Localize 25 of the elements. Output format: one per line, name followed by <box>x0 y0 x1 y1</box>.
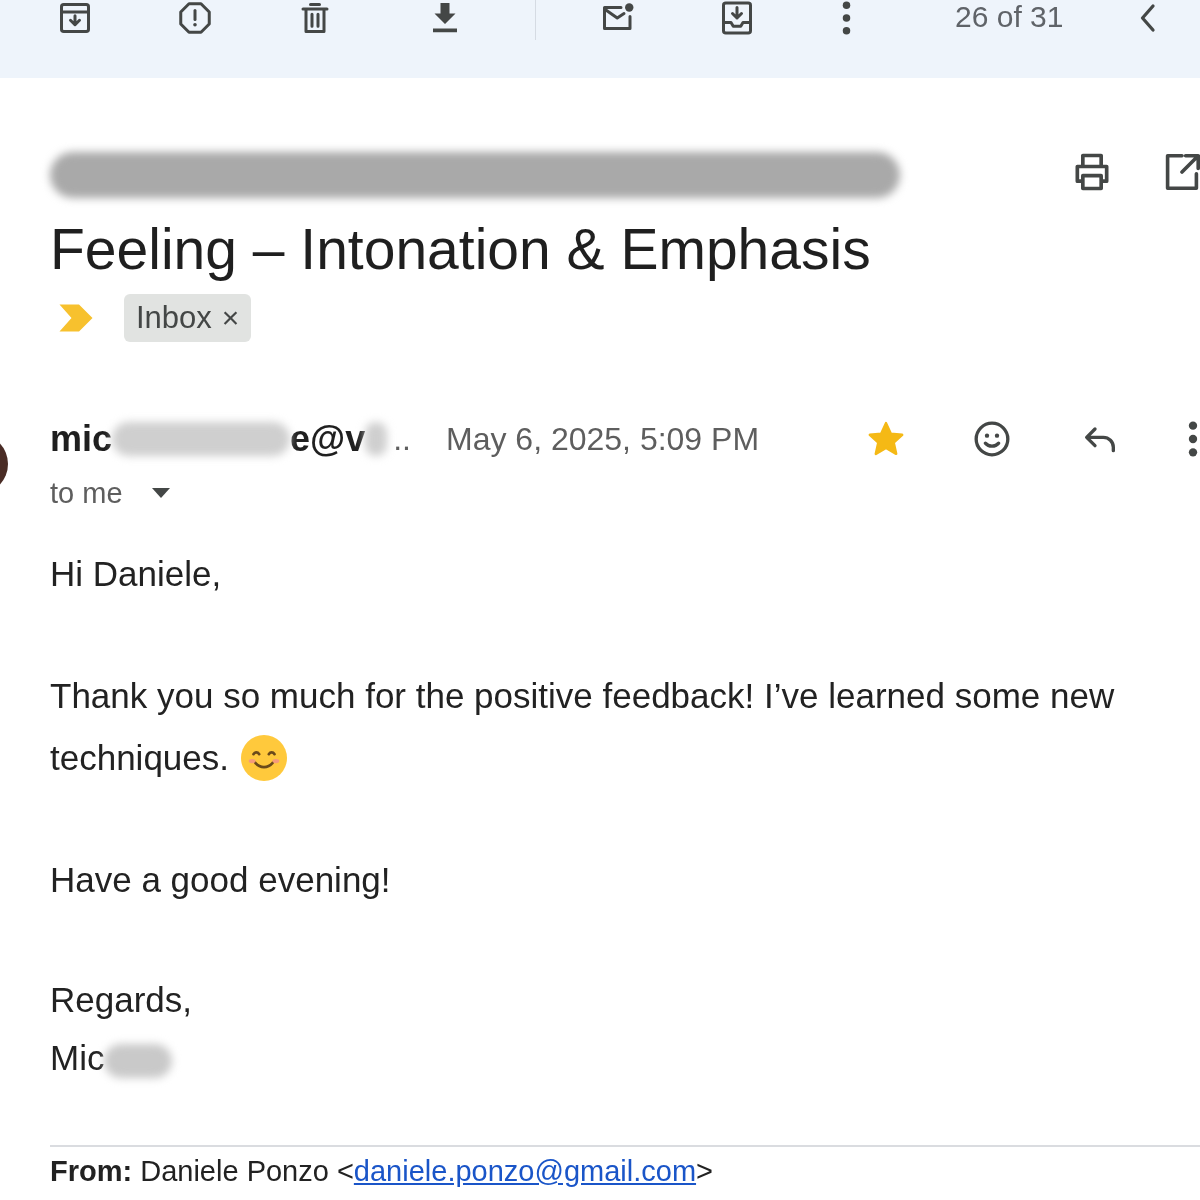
subject-title: Feeling – Intonation & Emphasis <box>50 216 872 283</box>
sender-address: e@v <box>290 418 366 460</box>
trash-icon <box>300 0 330 36</box>
body-text: Thank you so much for the positive feedback! I’ve learned some new <box>50 675 1116 717</box>
more-icon <box>1186 419 1200 459</box>
alert-octagon-icon <box>177 0 213 36</box>
more-icon <box>841 0 851 36</box>
message-date: May 6, 2025, 5:09 PM <box>446 420 760 458</box>
sender-name: mic <box>50 418 113 460</box>
body-text: techniques. <box>50 737 230 779</box>
archive-icon <box>57 0 93 36</box>
message-counter: 26 of 31 <box>955 0 1064 34</box>
closing-text: Regards, <box>50 979 194 1021</box>
body-text: Have a good evening! <box>50 859 392 901</box>
remove-label-button[interactable]: × <box>221 303 240 333</box>
quoted-from-text: From: Daniele Ponzo <daniele.ponzo@gmail.com> <box>49 1154 714 1189</box>
signature-text: Mic <box>50 1038 105 1077</box>
smiling-face-icon <box>241 735 288 781</box>
recipients-button[interactable]: to me <box>50 473 171 513</box>
truncation-ellipsis: .. <box>393 420 411 458</box>
label-text: Inbox <box>136 301 212 335</box>
caret-down-icon <box>150 487 171 499</box>
body-text: Hi Daniele, <box>50 553 223 595</box>
email-link[interactable]: daniele.ponzo@gmail.com <box>353 1155 697 1187</box>
tray-download-icon <box>719 0 755 36</box>
